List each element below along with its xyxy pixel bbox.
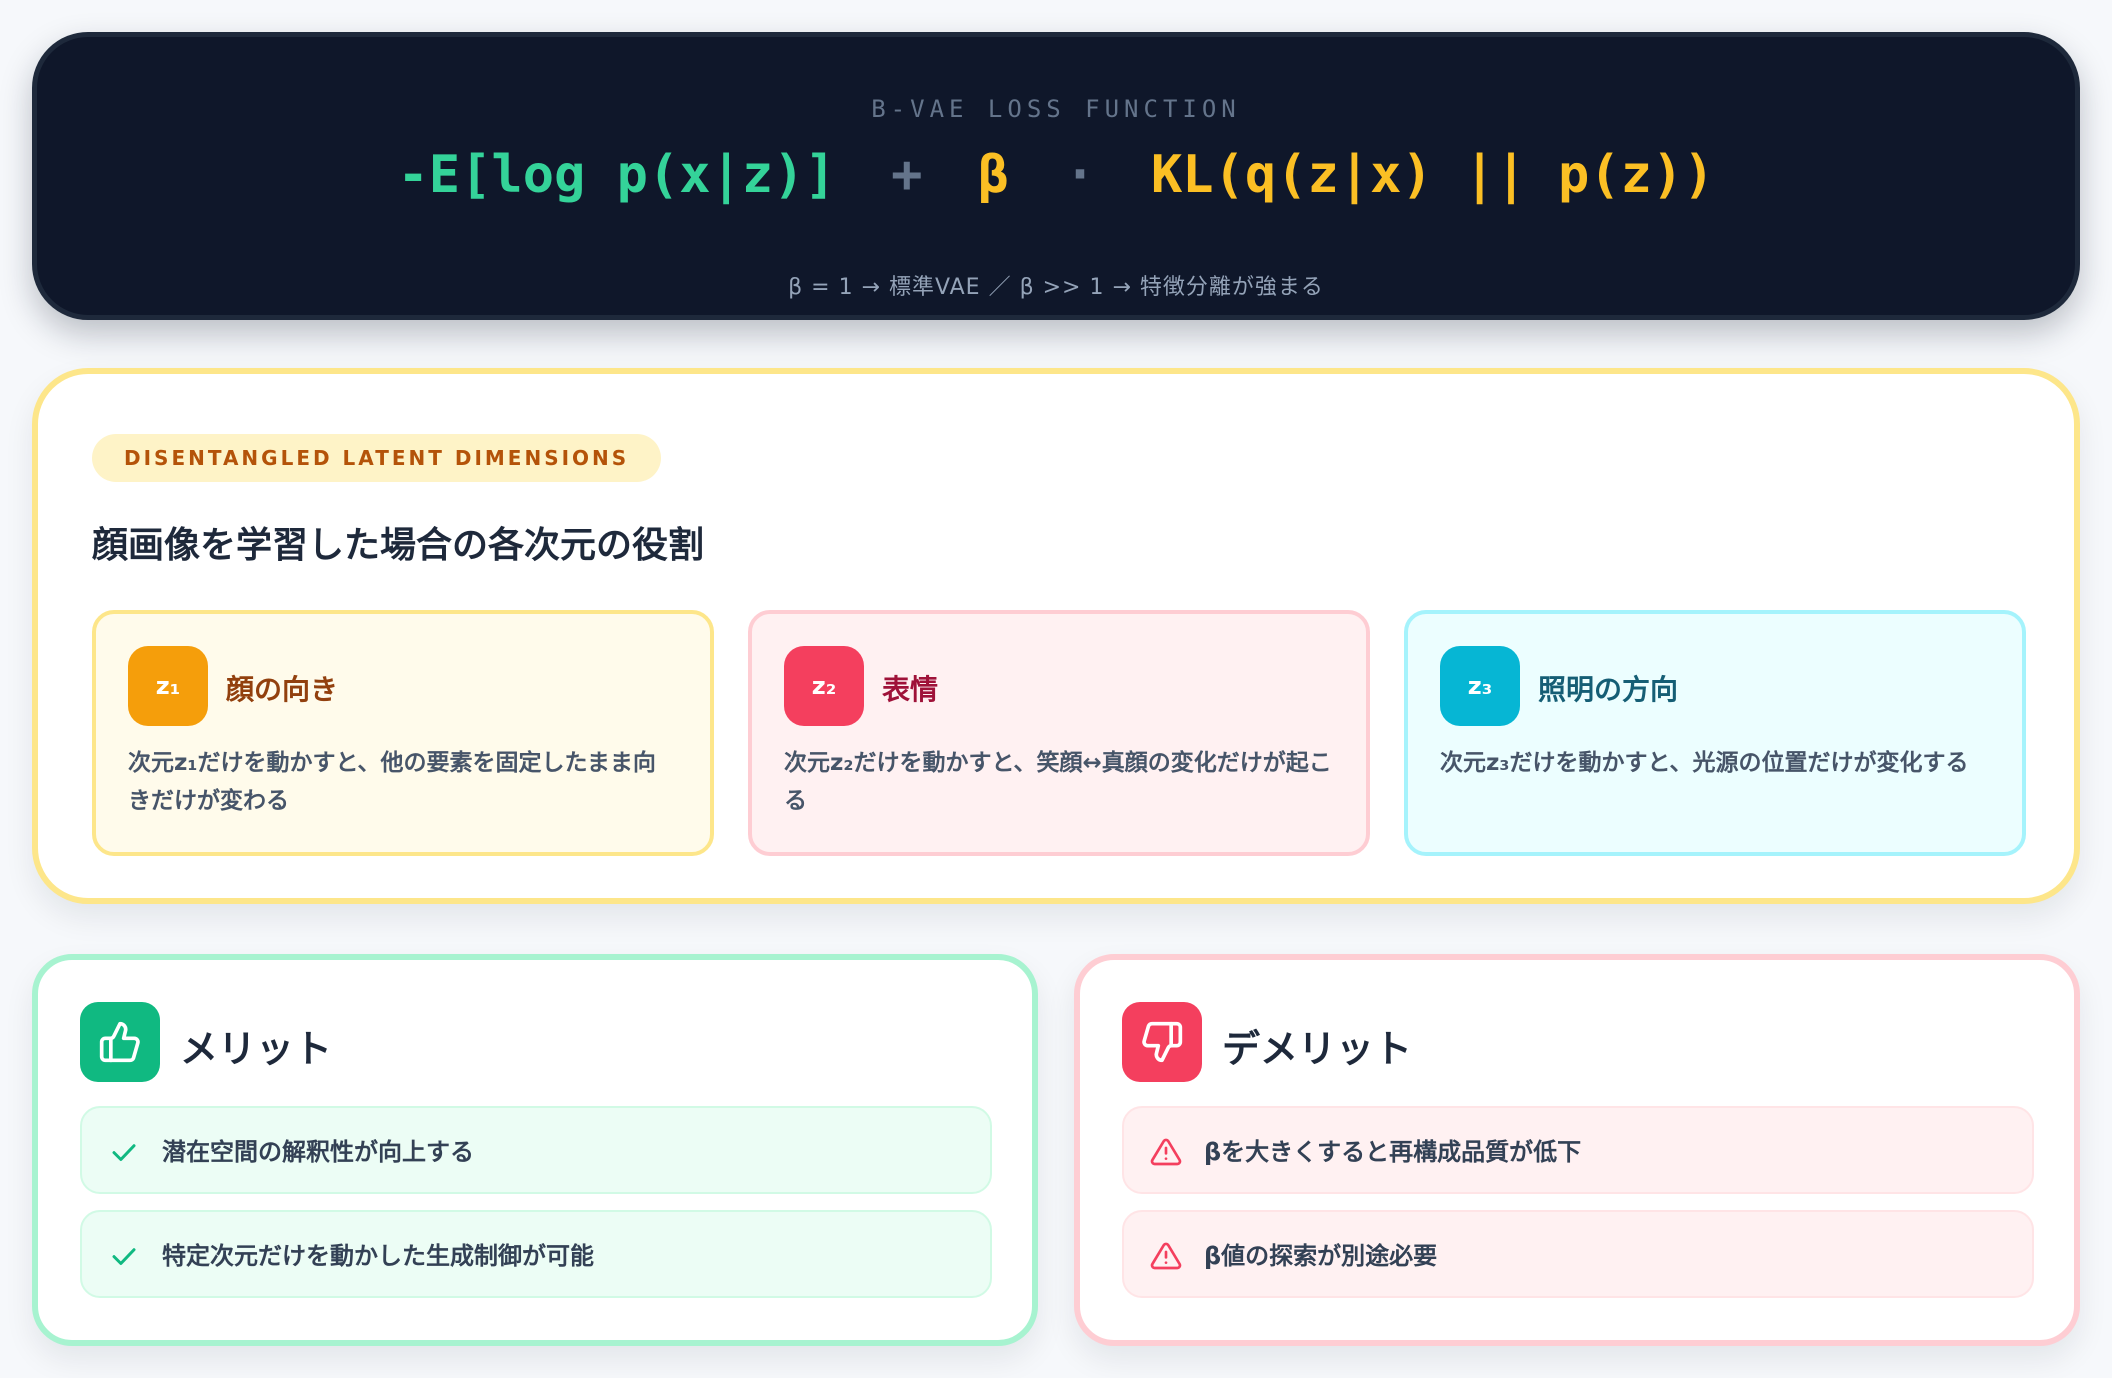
cons-item-text: β値の探索が別途必要 [1204, 1242, 1438, 1270]
formula-label: Β-VAE LOSS FUNCTION [871, 95, 1241, 123]
dimension-description: 次元z₁だけを動かすと、他の要素を固定したまま向きだけが変わる [128, 750, 656, 814]
dimension-card-z1: z₁ 顔の向き 次元z₁だけを動かすと、他の要素を固定したまま向きだけが変わる [92, 610, 714, 856]
beta-coefficient: β [977, 145, 1010, 205]
dimension-description: 次元z₃だけを動かすと、光源の位置だけが変化する [1440, 750, 1969, 776]
dimension-badge: z₃ [1440, 646, 1520, 726]
pros-item: 特定次元だけを動かした生成制御が可能 [80, 1210, 992, 1298]
pros-panel: メリット 潜在空間の解釈性が向上する 特定次元だけを動かした生成制御が可能 [32, 954, 1038, 1346]
pros-item-text: 潜在空間の解釈性が向上する [162, 1138, 474, 1166]
dimension-description: 次元z₂だけを動かすと、笑顔↔真顔の変化だけが起こる [784, 750, 1332, 814]
dimension-badge: z₁ [128, 646, 208, 726]
warning-icon [1148, 1238, 1184, 1274]
section-title: 顔画像を学習した場合の各次元の役割 [92, 525, 705, 566]
dimension-card-z2: z₂ 表情 次元z₂だけを動かすと、笑顔↔真顔の変化だけが起こる [748, 610, 1370, 856]
dimension-name: 照明の方向 [1538, 673, 1679, 706]
formula-expression: -E[log p(x|z)] + β · KL(q(z|x) || p(z)) [37, 145, 2075, 205]
check-icon [106, 1238, 142, 1274]
dimension-name: 顔の向き [226, 673, 339, 706]
thumbs-up-icon [80, 1002, 160, 1082]
section-tag: DISENTANGLED LATENT DIMENSIONS [92, 434, 662, 482]
cons-title: デメリット [1222, 1027, 1413, 1071]
cons-item: βを大きくすると再構成品質が低下 [1122, 1106, 2034, 1194]
cons-item-text: βを大きくすると再構成品質が低下 [1204, 1138, 1582, 1166]
thumbs-down-icon [1122, 1002, 1202, 1082]
multiply-operator: · [1064, 145, 1096, 205]
kl-term: KL(q(z|x) || p(z)) [1150, 145, 1715, 205]
warning-icon [1148, 1134, 1184, 1170]
page: Β-VAE LOSS FUNCTION -E[log p(x|z)] + β ·… [0, 0, 2112, 1378]
dimension-name: 表情 [882, 673, 939, 706]
cons-panel: デメリット βを大きくすると再構成品質が低下 β値の探索が別途必要 [1074, 954, 2080, 1346]
pros-title: メリット [180, 1027, 333, 1071]
latent-dimensions-panel: DISENTANGLED LATENT DIMENSIONS 顔画像を学習した場… [32, 368, 2080, 904]
reconstruction-term: -E[log p(x|z)] [397, 145, 836, 205]
pros-item: 潜在空間の解釈性が向上する [80, 1106, 992, 1194]
check-icon [106, 1134, 142, 1170]
plus-operator: + [891, 145, 923, 205]
dimension-card-z3: z₃ 照明の方向 次元z₃だけを動かすと、光源の位置だけが変化する [1404, 610, 2026, 856]
loss-formula-banner: Β-VAE LOSS FUNCTION -E[log p(x|z)] + β ·… [32, 32, 2080, 320]
dimension-badge: z₂ [784, 646, 864, 726]
pros-item-text: 特定次元だけを動かした生成制御が可能 [162, 1242, 594, 1270]
formula-note: β = 1 → 標準VAE ／ β >> 1 → 特徴分離が強まる [788, 275, 1324, 300]
cons-item: β値の探索が別途必要 [1122, 1210, 2034, 1298]
